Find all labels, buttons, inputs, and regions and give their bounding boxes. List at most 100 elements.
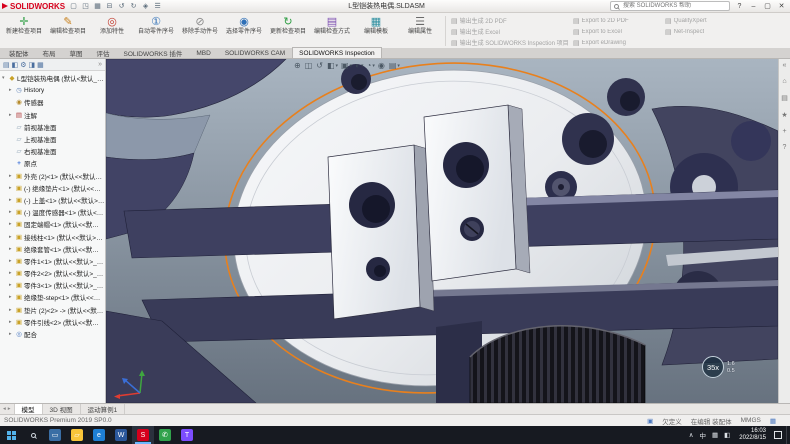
command-manager-tab[interactable]: 布局	[36, 47, 63, 58]
task-pane-icon[interactable]: ▤	[781, 94, 788, 102]
ribbon-button[interactable]: ✎ 编辑检查项目	[46, 14, 90, 48]
task-pane-icon[interactable]: ?	[783, 144, 787, 151]
export-menu-item[interactable]: ▤ 输出生成 SOLIDWORKS Inspection 项目	[449, 38, 571, 47]
tree-item[interactable]: ▸ ▣ (-) 绝缘垫片<1> (默认<<默认>_显示状态-1>)	[0, 182, 105, 194]
tree-item[interactable]: ◉ 传感器	[0, 96, 105, 108]
help-button[interactable]: ?	[733, 1, 746, 12]
ribbon-button[interactable]: ① 自动零件序号	[134, 14, 178, 48]
export-menu-item[interactable]: ▤ Net-Inspect	[663, 27, 729, 36]
search-input[interactable]	[621, 2, 726, 10]
tab-scroll-right-icon[interactable]: ▸	[8, 406, 11, 412]
export-menu-item[interactable]: ▤ 输出生成 2D PDF	[449, 16, 571, 25]
tree-item[interactable]: ▸ ▤ 注解	[0, 109, 105, 121]
tree-item[interactable]: ▸ ▣ 零件1<1> (默认<<默认>_显示状态-1>)	[0, 255, 105, 267]
export-menu-item[interactable]: ▤ Export to Excel	[571, 27, 663, 36]
tree-item[interactable]: ▸ ▣ (-) 温度传感器<1> (默认<<默认>_显示状态-1>)	[0, 206, 105, 218]
minimize-button[interactable]: –	[747, 1, 760, 12]
configurationmanager-tab-icon[interactable]: ⚙	[20, 61, 26, 69]
export-menu-item[interactable]: ▤ Export to 2D PDF	[571, 16, 663, 25]
tree-item[interactable]: ▸ ▣ 接线柱<1> (默认<<默认>_显示状态-1>)	[0, 230, 105, 242]
tree-item[interactable]: ▱ 前视基准面	[0, 121, 105, 133]
ribbon-button[interactable]: ▤ 编辑检查方式	[310, 14, 354, 48]
hud-icon[interactable]: ◐▾	[355, 61, 363, 70]
featuremanager-tab-icon[interactable]: ▤	[3, 61, 10, 69]
taskbar-app-button[interactable]: T	[176, 426, 198, 444]
terminal-plate-left[interactable]	[328, 145, 434, 319]
tree-item[interactable]: ▸ ▣ 垫片 (2)<2> -> (默认<<默认>_显示状态-1>)	[0, 304, 105, 316]
tab-scroll-nav[interactable]: ◂ ▸	[0, 404, 15, 414]
taskbar-app-button[interactable]: ✆	[154, 426, 176, 444]
threaded-cylinder[interactable]	[436, 321, 645, 403]
command-manager-tab[interactable]: SOLIDWORKS CAM	[218, 47, 292, 58]
tray-icon[interactable]: ◧	[724, 431, 730, 439]
tree-item[interactable]: ▸ ▣ 零件3<1> (默认<<默认>_显示状态-1>)	[0, 279, 105, 291]
show-desktop-button[interactable]	[786, 426, 790, 444]
tree-item[interactable]: ▸ ◎ 配合	[0, 328, 105, 340]
document-tab[interactable]: 模型	[15, 404, 43, 414]
task-pane-icon[interactable]: ⌂	[782, 78, 786, 85]
document-tab[interactable]: 运动算例1	[81, 404, 126, 414]
quick-access-icon[interactable]: ▦	[92, 1, 103, 12]
graphics-viewport[interactable]: ⊕ ◫ ↺ ◧▾ ▣▾ ◐▾ ◔▾ ◉ ▤▾	[106, 59, 778, 403]
ribbon-button[interactable]: ↻ 更新检查项目	[266, 14, 310, 48]
ribbon-button[interactable]: ◉ 选择零件序号	[222, 14, 266, 48]
hud-icon[interactable]: ▤▾	[389, 61, 400, 70]
displaymanager-tab-icon[interactable]: ▦	[37, 61, 44, 69]
tree-item[interactable]: ▱ 右视基准面	[0, 145, 105, 157]
hud-icon[interactable]: ◫	[305, 61, 314, 70]
quick-access-icon[interactable]: ◳	[80, 1, 91, 12]
tray-icon[interactable]: 中	[699, 430, 706, 440]
command-manager-tab[interactable]: 装配体	[2, 47, 36, 58]
hud-icon[interactable]: ◔▾	[366, 61, 374, 70]
hud-icon[interactable]: ⊕	[294, 61, 302, 70]
ribbon-button[interactable]: ▦ 编辑模板	[354, 14, 398, 48]
export-menu-item[interactable]: ▤ QualityXpert	[663, 16, 729, 25]
propertymanager-tab-icon[interactable]: ◧	[12, 61, 19, 69]
tray-icon[interactable]: ▦	[712, 431, 718, 439]
tab-scroll-left-icon[interactable]: ◂	[3, 406, 6, 412]
export-menu-item[interactable]: ▤ 输出生成 Excel	[449, 27, 571, 36]
tree-item[interactable]: ▸ ▣ 固定端帽<1> (默认<<默认>_显示状态-1>)	[0, 218, 105, 230]
tree-item[interactable]: ▸ ◷ History	[0, 84, 105, 96]
document-tab[interactable]: 3D 视图	[43, 404, 81, 414]
command-manager-tab[interactable]: SOLIDWORKS Inspection	[292, 47, 382, 58]
taskbar-app-button[interactable]: ▭	[44, 426, 66, 444]
tree-item[interactable]: ▸ ▣ 绝缘垫-step<1> (默认<<默认>_显示状态-1>)	[0, 291, 105, 303]
tray-icon[interactable]: ∧	[689, 431, 694, 439]
taskbar-app-button[interactable]: W	[110, 426, 132, 444]
ribbon-button[interactable]: ◎ 添加特性	[90, 14, 134, 48]
taskbar-clock[interactable]: 16:03 2022/8/15	[735, 426, 770, 444]
notification-center-button[interactable]	[770, 426, 786, 444]
tree-item[interactable]: ▸ ▣ 零件2<2> (默认<<默认>_显示状态-1>)	[0, 267, 105, 279]
tree-item[interactable]: ▾ ◆ L型铠装热电偶 (默认<默认_显示状态-1>)	[0, 72, 105, 84]
ribbon-button[interactable]: ✛ 新建检查项目	[2, 14, 46, 48]
quick-access-icon[interactable]: ↺	[116, 1, 127, 12]
task-pane-icon[interactable]: +	[782, 128, 786, 135]
quick-access-icon[interactable]: ↻	[128, 1, 139, 12]
dimxpert-tab-icon[interactable]: ◨	[29, 61, 36, 69]
close-button[interactable]: ✕	[775, 1, 788, 12]
3d-model-scene[interactable]	[106, 59, 778, 403]
task-pane-icon[interactable]: «	[783, 62, 787, 69]
panel-chevron-icon[interactable]: »	[98, 61, 102, 68]
quick-access-icon[interactable]: ◈	[140, 1, 151, 12]
tree-item[interactable]: ▸ ▣ 绝缘套管<1> (默认<<默认>_显示状态-1>)	[0, 243, 105, 255]
hud-icon[interactable]: ◧▾	[327, 61, 338, 70]
quick-access-icon[interactable]: ▢	[68, 1, 79, 12]
hud-icon[interactable]: ◉	[378, 61, 386, 70]
hud-icon[interactable]: ↺	[316, 61, 324, 70]
tree-item[interactable]: + 原点	[0, 157, 105, 169]
command-manager-tab[interactable]: 评估	[90, 47, 117, 58]
export-menu-item[interactable]: ▤ Export eDrawing	[571, 38, 663, 47]
start-button[interactable]	[0, 426, 22, 444]
taskbar-search-button[interactable]	[22, 426, 44, 444]
quick-access-icon[interactable]: ⊟	[104, 1, 115, 12]
command-manager-tab[interactable]: MBD	[189, 47, 217, 58]
taskbar-app-button[interactable]: S	[132, 426, 154, 444]
hud-icon[interactable]: ▣▾	[341, 61, 352, 70]
tree-item[interactable]: ▸ ▣ 外壳 (2)<1> (默认<<默认>_显示状态-1>)	[0, 170, 105, 182]
taskbar-app-button[interactable]: ▱	[66, 426, 88, 444]
command-manager-tab[interactable]: 草图	[63, 47, 90, 58]
help-search-box[interactable]	[610, 1, 730, 11]
tree-item[interactable]: ▸ ▣ 零件引线<2> (默认<<默认>_显示状态-1>)	[0, 316, 105, 328]
